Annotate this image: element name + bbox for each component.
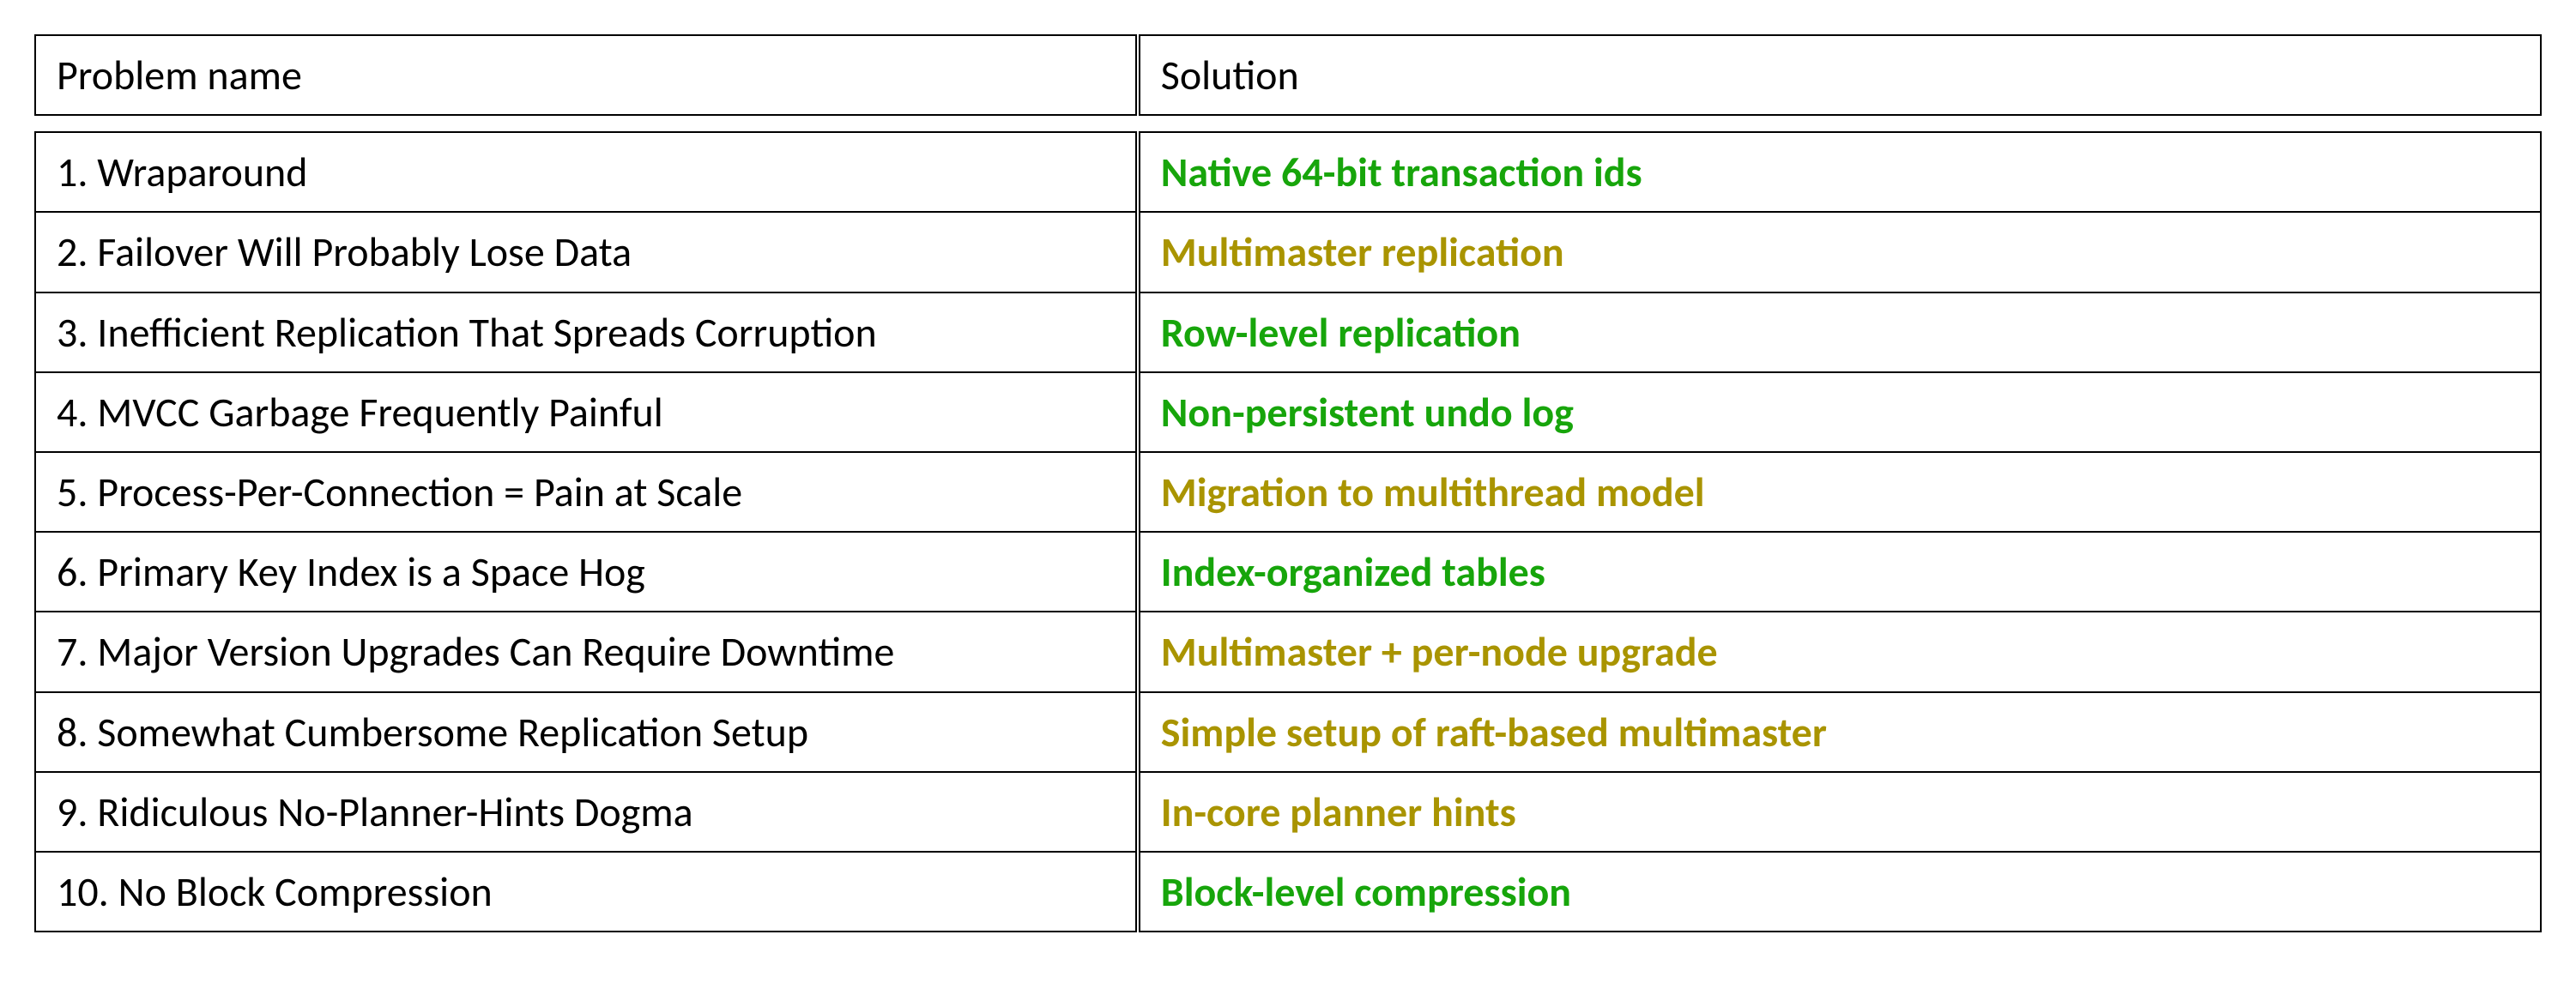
table-row: 1. Wraparound Native 64-bit transaction … xyxy=(35,132,2541,212)
problem-cell: 10. No Block Compression xyxy=(35,852,1138,932)
problem-cell: 2. Failover Will Probably Lose Data xyxy=(35,212,1138,292)
problem-cell: 9. Ridiculous No-Planner-Hints Dogma xyxy=(35,772,1138,852)
solution-cell: Row-level replication xyxy=(1138,292,2541,372)
table-header-row: Problem name Solution xyxy=(35,35,2541,115)
header-problem: Problem name xyxy=(35,35,1138,115)
problems-solutions-table: Problem name Solution 1. Wraparound Nati… xyxy=(34,34,2542,932)
problem-cell: 6. Primary Key Index is a Space Hog xyxy=(35,532,1138,612)
solution-cell: Block-level compression xyxy=(1138,852,2541,932)
solution-cell: Simple setup of raft-based multimaster xyxy=(1138,692,2541,772)
solution-cell: Multimaster + per-node upgrade xyxy=(1138,612,2541,691)
table-spacer-row xyxy=(35,115,2541,132)
problem-cell: 4. MVCC Garbage Frequently Painful xyxy=(35,372,1138,452)
table-row: 10. No Block Compression Block-level com… xyxy=(35,852,2541,932)
table-row: 3. Inefficient Replication That Spreads … xyxy=(35,292,2541,372)
data-table: Problem name Solution 1. Wraparound Nati… xyxy=(34,34,2542,932)
table-row: 5. Process-Per-Connection = Pain at Scal… xyxy=(35,452,2541,532)
table-row: 6. Primary Key Index is a Space Hog Inde… xyxy=(35,532,2541,612)
solution-cell: Migration to multithread model xyxy=(1138,452,2541,532)
solution-cell: Index-organized tables xyxy=(1138,532,2541,612)
table-row: 4. MVCC Garbage Frequently Painful Non-p… xyxy=(35,372,2541,452)
solution-cell: Multimaster replication xyxy=(1138,212,2541,292)
table-row: 7. Major Version Upgrades Can Require Do… xyxy=(35,612,2541,691)
solution-cell: Native 64-bit transaction ids xyxy=(1138,132,2541,212)
spacer-cell xyxy=(35,115,2541,132)
table-body: 1. Wraparound Native 64-bit transaction … xyxy=(35,115,2541,932)
solution-cell: In-core planner hints xyxy=(1138,772,2541,852)
problem-cell: 7. Major Version Upgrades Can Require Do… xyxy=(35,612,1138,691)
table-row: 8. Somewhat Cumbersome Replication Setup… xyxy=(35,692,2541,772)
table-row: 9. Ridiculous No-Planner-Hints Dogma In-… xyxy=(35,772,2541,852)
problem-cell: 8. Somewhat Cumbersome Replication Setup xyxy=(35,692,1138,772)
problem-cell: 5. Process-Per-Connection = Pain at Scal… xyxy=(35,452,1138,532)
solution-cell: Non-persistent undo log xyxy=(1138,372,2541,452)
problem-cell: 3. Inefficient Replication That Spreads … xyxy=(35,292,1138,372)
header-solution: Solution xyxy=(1138,35,2541,115)
table-row: 2. Failover Will Probably Lose Data Mult… xyxy=(35,212,2541,292)
problem-cell: 1. Wraparound xyxy=(35,132,1138,212)
